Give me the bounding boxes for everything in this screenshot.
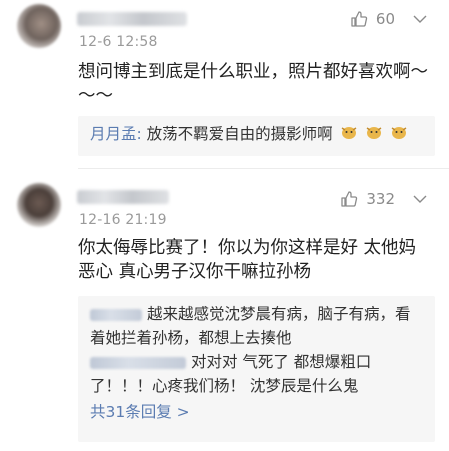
avatar[interactable]: [17, 183, 61, 227]
username-blurred[interactable]: [77, 12, 187, 26]
thumbs-up-icon: [341, 191, 358, 207]
reply-box: 越来越感觉沈梦晨有病，脑子有病，看着她拦着孙杨，都想上去揍他 对对对 气死了 都…: [78, 296, 435, 442]
chevron-down-icon[interactable]: [413, 14, 427, 24]
reply-item[interactable]: 越来越感觉沈梦晨有病，脑子有病，看着她拦着孙杨，都想上去揍他: [90, 302, 423, 350]
reply-author[interactable]: 月月孟:: [90, 125, 142, 143]
comment-time: 12-16 21:19: [79, 212, 167, 228]
doge-emoji: [365, 123, 383, 147]
comment-time: 12-6 12:58: [79, 34, 158, 50]
reply-text: 放荡不羁爱自由的摄影师啊: [146, 125, 333, 143]
divider: [78, 168, 449, 169]
reply-box[interactable]: 月月孟: 放荡不羁爱自由的摄影师啊: [78, 116, 435, 156]
thumbs-up-icon: [351, 11, 368, 27]
avatar[interactable]: [17, 4, 61, 48]
reply-author-blurred[interactable]: [90, 356, 186, 369]
like-button[interactable]: 332: [340, 190, 435, 208]
comment-text: 你太侮辱比赛了！你以为你这样是好 太他妈恶心 真心男子汉你干嘛拉孙杨: [78, 238, 417, 282]
like-button[interactable]: 60: [350, 10, 435, 28]
doge-emoji: [340, 123, 358, 147]
like-count: 332: [366, 190, 395, 208]
doge-emoji: [390, 123, 408, 147]
view-more-replies-link[interactable]: 共31条回复 >: [90, 400, 423, 424]
username-blurred[interactable]: [77, 190, 169, 204]
like-count: 60: [375, 10, 395, 28]
reply-item[interactable]: 对对对 气死了 都想爆粗口了！！！心疼我们杨！ 沈梦辰是什么鬼: [90, 350, 423, 398]
reply-author-blurred[interactable]: [90, 308, 142, 321]
chevron-down-icon[interactable]: [413, 194, 427, 204]
comment-text: 想问博主到底是什么职业，照片都好喜欢啊～～～: [78, 62, 428, 106]
